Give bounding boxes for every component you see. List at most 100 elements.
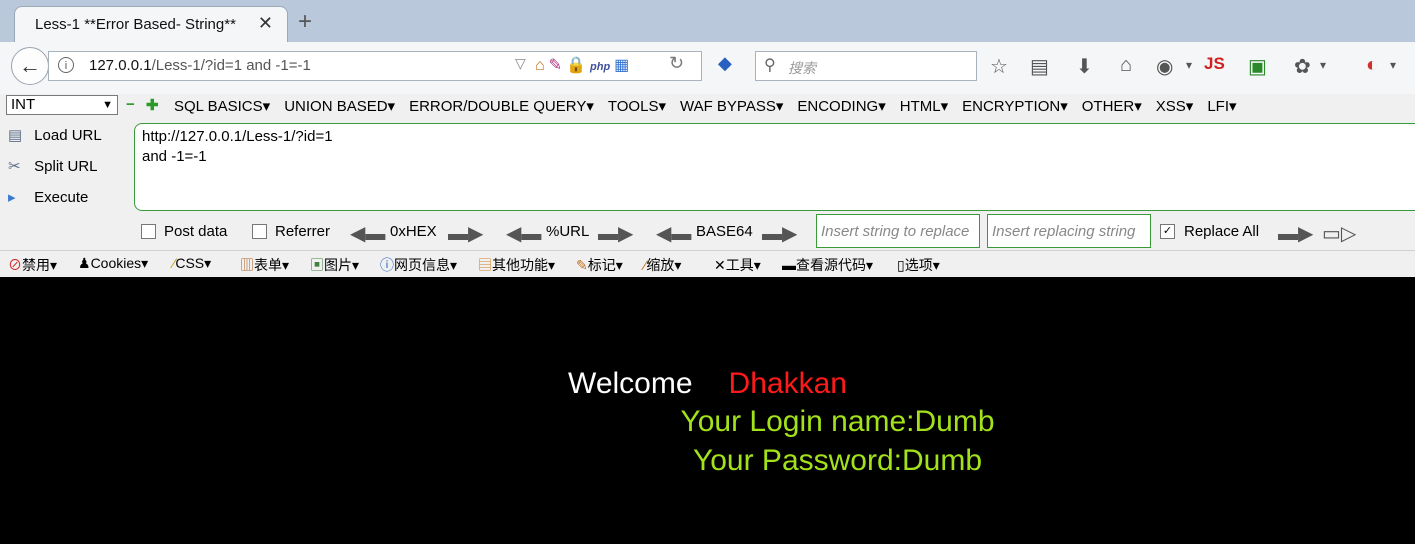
load-url-button[interactable]: ▤ Load URL <box>8 126 102 144</box>
windows-icon[interactable]: ▦ <box>614 55 629 75</box>
star-icon[interactable]: ☆ <box>990 54 1008 79</box>
search-bar[interactable]: ⚲ 搜索 <box>755 51 977 81</box>
replace-string-input[interactable]: Insert string to replace <box>816 214 980 248</box>
menu-xss[interactable]: XSS▾ <box>1156 98 1194 115</box>
page-info-menu[interactable]: ⓘ网页信息▾ <box>380 255 457 275</box>
disable-label: 禁用▾ <box>22 257 58 273</box>
view-source-menu[interactable]: ▬查看源代码▾ <box>782 255 873 275</box>
url-text: 127.0.0.1/Less-1/?id=1 and -1=-1 <box>89 57 311 74</box>
hackbar-options: Post data Referrer ◀▬ 0xHEX ▬▶ ◀▬ %URL ▬… <box>0 214 1415 254</box>
base64-decode-button[interactable]: ◀▬ <box>656 221 691 246</box>
search-icon: ⚲ <box>764 57 776 74</box>
replacing-string-input[interactable]: Insert replacing string <box>987 214 1151 248</box>
split-url-button[interactable]: ✂ Split URL <box>8 157 98 175</box>
lock-icon[interactable]: 🔒 <box>566 55 586 75</box>
block-icon: ⊘ <box>8 257 22 273</box>
css-menu[interactable]: ⁄CSS▾ <box>173 255 211 272</box>
post-data-checkbox[interactable] <box>141 224 156 239</box>
tab-title: Less-1 **Error Based- String** <box>35 16 236 33</box>
terminal-icon: ▬ <box>782 257 796 273</box>
js-icon[interactable]: JS <box>1204 54 1225 74</box>
play-icon: ▸ <box>8 189 16 206</box>
type-select[interactable]: INT ▼ <box>6 95 118 115</box>
url-encode-button[interactable]: ▬▶ <box>598 221 633 246</box>
palette-icon[interactable]: ✿ <box>1294 54 1311 79</box>
hex-decode-button[interactable]: ◀▬ <box>350 221 385 246</box>
pencil-icon: ✎ <box>576 257 588 273</box>
images-label: 图片▾ <box>324 257 360 273</box>
menu-encoding[interactable]: ENCODING▾ <box>797 98 885 115</box>
tab-strip: Less-1 **Error Based- String** ✕ + <box>0 0 1415 42</box>
resize-menu[interactable]: ⁄缩放▾ <box>644 255 681 275</box>
execute-button[interactable]: ▸ Execute <box>8 188 88 206</box>
replace-all-checkbox[interactable]: ✓ <box>1160 224 1175 239</box>
load-icon: ▤ <box>8 127 23 144</box>
options-menu[interactable]: ▯选项▾ <box>897 255 940 275</box>
menu-encryption[interactable]: ENCRYPTION▾ <box>962 98 1068 115</box>
menu-tools[interactable]: TOOLS▾ <box>608 98 666 115</box>
images-menu[interactable]: ▣图片▾ <box>310 255 359 275</box>
menu-sql-basics[interactable]: SQL BASICS▾ <box>174 98 270 115</box>
back-button[interactable]: ← <box>11 47 49 85</box>
options-icon: ▯ <box>897 257 905 273</box>
base64-label: BASE64 <box>696 223 753 240</box>
wrench-icon: ✕ <box>714 257 726 273</box>
post-data-label: Post data <box>164 223 228 240</box>
menu-icon[interactable]: ◐ <box>1366 54 1378 77</box>
home-icon[interactable]: ⌂ <box>1120 54 1132 77</box>
reload-icon[interactable]: ↻ <box>669 53 684 74</box>
tools-menu[interactable]: ✕工具▾ <box>714 255 761 275</box>
minus-icon[interactable]: − <box>126 96 135 113</box>
reading-list-icon[interactable]: ▤ <box>1030 54 1049 79</box>
outline-menu[interactable]: ✎标记▾ <box>576 255 623 275</box>
outline-label: 标记▾ <box>587 257 623 273</box>
disable-menu[interactable]: ⊘禁用▾ <box>8 255 57 275</box>
info-icon: ⓘ <box>380 257 394 273</box>
menu-html[interactable]: HTML▾ <box>900 98 948 115</box>
hex-encode-button[interactable]: ▬▶ <box>448 221 483 246</box>
chevron-down-icon[interactable]: ▽ <box>515 55 526 72</box>
info-icon[interactable]: i <box>58 57 74 73</box>
chevron-down-icon[interactable]: ▾ <box>1320 58 1326 72</box>
download-icon[interactable]: ⬇ <box>1076 54 1093 79</box>
extension-icon[interactable]: ◆ <box>718 53 732 74</box>
page-content: Welcome Dhakkan Your Login name:Dumb Your… <box>0 277 1415 544</box>
chevron-down-icon[interactable]: ▾ <box>1390 58 1396 72</box>
hackbar-menu: SQL BASICS▾ UNION BASED▾ ERROR/DOUBLE QUER… <box>174 97 1251 115</box>
forms-menu[interactable]: ▥表单▾ <box>240 255 289 275</box>
misc-icon: ▤ <box>478 257 492 273</box>
nav-bar: ← i 127.0.0.1/Less-1/?id=1 and -1=-1 ▽ ⌂… <box>0 42 1415 95</box>
translate-icon[interactable]: ▣ <box>1248 54 1267 79</box>
base64-encode-button[interactable]: ▬▶ <box>762 221 797 246</box>
php-icon[interactable]: php <box>590 61 610 73</box>
globe-icon[interactable]: ◉ <box>1156 54 1173 79</box>
menu-other[interactable]: OTHER▾ <box>1082 98 1142 115</box>
new-tab-button[interactable]: + <box>298 8 312 36</box>
url-textarea[interactable]: http://127.0.0.1/Less-1/?id=1 and -1=-1 <box>134 123 1415 211</box>
home-icon[interactable]: ⌂ <box>535 57 545 75</box>
close-icon[interactable]: ✕ <box>258 13 273 34</box>
menu-waf-bypass[interactable]: WAF BYPASS▾ <box>680 98 783 115</box>
password-line: Your Password:Dumb <box>692 444 983 477</box>
replace-left-button[interactable]: ▬▶ <box>1278 221 1313 246</box>
replace-right-button[interactable]: ▭▷ <box>1322 221 1356 246</box>
plus-icon[interactable]: ✚ <box>146 96 159 114</box>
feather-icon[interactable]: ✎ <box>549 55 562 75</box>
scissors-icon: ✂ <box>8 158 21 175</box>
url-bar[interactable]: i 127.0.0.1/Less-1/?id=1 and -1=-1 ▽ ⌂ ✎ 🔒… <box>48 51 702 81</box>
image-icon: ▣ <box>310 257 324 273</box>
select-value: INT <box>11 96 36 113</box>
misc-menu[interactable]: ▤其他功能▾ <box>478 255 555 275</box>
menu-error-double-query[interactable]: ERROR/DOUBLE QUERY▾ <box>409 98 594 115</box>
menu-lfi[interactable]: LFI▾ <box>1207 98 1236 115</box>
url-encode-label: %URL <box>546 223 590 240</box>
menu-union-based[interactable]: UNION BASED▾ <box>284 98 395 115</box>
execute-label: Execute <box>34 189 89 206</box>
cookies-menu[interactable]: ♟Cookies▾ <box>78 255 148 272</box>
referrer-checkbox[interactable] <box>252 224 267 239</box>
referrer-label: Referrer <box>275 223 331 240</box>
chevron-down-icon[interactable]: ▾ <box>1186 58 1192 72</box>
tab-active[interactable]: Less-1 **Error Based- String** ✕ <box>14 6 288 42</box>
forms-label: 表单▾ <box>254 257 290 273</box>
url-decode-button[interactable]: ◀▬ <box>506 221 541 246</box>
